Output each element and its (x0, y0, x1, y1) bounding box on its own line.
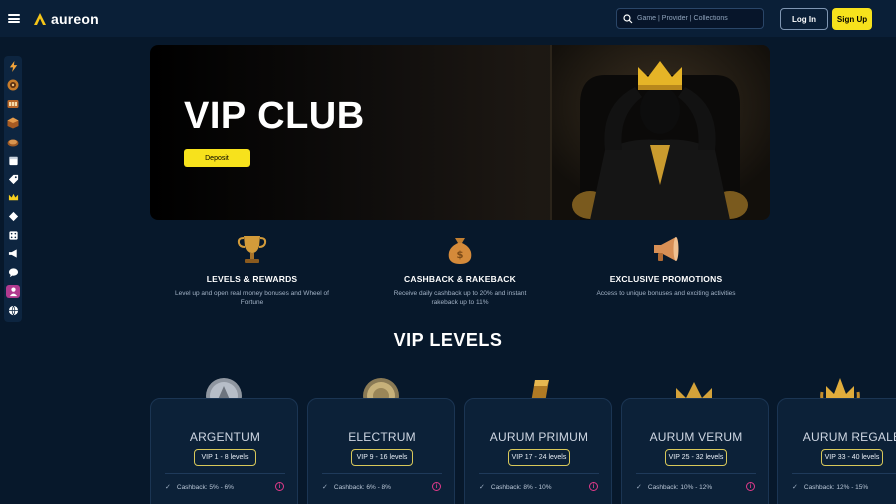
sidebar-item-bolt[interactable] (6, 60, 20, 74)
cashback-text: Cashback: 12% - 15% (803, 483, 869, 491)
sidebar-item-diamond[interactable] (6, 210, 20, 224)
login-button[interactable]: Log In (780, 8, 828, 30)
feature-levels-rewards: LEVELS & REWARDS Level up and open real … (172, 232, 332, 307)
feature-cashback-rakeback: $ CASHBACK & RAKEBACK Receive daily cash… (380, 232, 540, 307)
feature-exclusive-promotions: EXCLUSIVE PROMOTIONS Access to unique bo… (586, 232, 746, 298)
language-icon (8, 305, 18, 315)
sidebar-item-roulette[interactable] (6, 79, 20, 93)
chat-icon (8, 268, 18, 278)
hero-title: VIP CLUB (184, 95, 365, 137)
check-icon: ✓ (636, 484, 642, 491)
vip-level-range: VIP 33 - 40 levels (821, 449, 883, 466)
slots-icon (7, 100, 19, 109)
tag-icon (8, 174, 18, 184)
megaphone-icon (8, 249, 17, 259)
menu-icon[interactable] (8, 14, 20, 23)
divider (165, 473, 285, 474)
logo-icon (34, 12, 46, 25)
vip-card-aurum-primum[interactable]: AURUM PRIMUM VIP 17 - 24 levels ✓ Cashba… (464, 398, 612, 504)
feature-title: LEVELS & REWARDS (206, 274, 298, 284)
cashback-row: ✓ Cashback: 6% - 8% i (322, 482, 444, 491)
sidebar-item-live-casino[interactable] (6, 135, 20, 149)
vip-card-aurum-regale[interactable]: AURUM REGALE VIP 33 - 40 levels ✓ Cashba… (777, 398, 896, 504)
info-icon[interactable]: i (432, 482, 441, 491)
cashback-row: ✓ Cashback: 5% - 6% i (165, 482, 287, 491)
sidebar-item-chat[interactable] (6, 266, 20, 280)
vip-tier-name: ARGENTUM (189, 430, 261, 444)
vip-level-range: VIP 25 - 32 levels (665, 449, 727, 466)
vip-king-illustration (550, 45, 770, 220)
vip-tier-name: AURUM REGALE (802, 430, 896, 444)
vip-tier-name: AURUM PRIMUM (489, 430, 589, 444)
cashback-text: Cashback: 8% - 10% (490, 483, 552, 491)
info-icon[interactable]: i (746, 482, 755, 491)
vip-level-range: VIP 17 - 24 levels (508, 449, 570, 466)
check-icon: ✓ (322, 484, 328, 491)
megaphone-icon (654, 237, 679, 261)
sidebar-item-language[interactable] (6, 303, 20, 317)
sidebar-item-dice[interactable] (6, 228, 20, 242)
cashback-row: ✓ Cashback: 10% - 12% i (636, 482, 758, 491)
info-icon[interactable]: i (589, 482, 598, 491)
check-icon: ✓ (792, 484, 798, 491)
logo[interactable]: aureon (33, 11, 99, 27)
logo-text: aureon (51, 10, 99, 27)
vip-card-electrum[interactable]: ELECTRUM VIP 9 - 16 levels ✓ Cashback: 6… (307, 398, 455, 504)
dice-icon (8, 231, 18, 240)
feature-title: CASHBACK & RAKEBACK (404, 274, 516, 284)
sidebar-item-calendar[interactable] (6, 154, 20, 168)
game-box-icon (7, 117, 19, 129)
cashback-text: Cashback: 5% - 6% (176, 483, 234, 491)
diamond-icon (8, 211, 18, 222)
sidebar-item-tags[interactable] (6, 172, 20, 186)
vip-tier-name: ELECTRUM (348, 430, 416, 444)
sidebar-item-promotions[interactable] (6, 247, 20, 261)
feature-description: Level up and open real money bonuses and… (175, 290, 329, 306)
check-icon: ✓ (165, 484, 171, 491)
vip-level-range: VIP 9 - 16 levels (351, 449, 413, 466)
roulette-icon (7, 79, 19, 91)
search-input[interactable] (637, 15, 757, 22)
divider (479, 473, 599, 474)
vip-level-range: VIP 1 - 8 levels (194, 449, 256, 466)
calendar-icon (8, 156, 18, 165)
top-bar: aureon Log In Sign Up (0, 0, 896, 37)
sidebar (4, 56, 22, 322)
search-icon (623, 13, 633, 23)
divider (792, 473, 896, 474)
sidebar-item-profile[interactable] (6, 284, 20, 299)
check-icon: ✓ (479, 484, 485, 491)
deposit-button[interactable]: Deposit (184, 149, 250, 167)
money-bag-icon: $ (448, 238, 472, 264)
crown-icon (8, 194, 18, 201)
cashback-row: ✓ Cashback: 12% - 15% i (792, 483, 896, 492)
svg-text:$: $ (457, 250, 464, 261)
info-icon[interactable]: i (275, 482, 284, 491)
sidebar-item-vip[interactable] (6, 191, 20, 205)
cashback-text: Cashback: 6% - 8% (333, 483, 391, 491)
signup-button[interactable]: Sign Up (832, 8, 872, 30)
trophy-icon (237, 236, 267, 263)
bolt-icon (9, 61, 17, 73)
search-box[interactable] (616, 8, 764, 29)
vip-tier-name: AURUM VERUM (649, 430, 743, 444)
divider (322, 473, 442, 474)
feature-title: EXCLUSIVE PROMOTIONS (609, 274, 723, 284)
vip-card-argentum[interactable]: ARGENTUM VIP 1 - 8 levels ✓ Cashback: 5%… (150, 398, 298, 504)
sidebar-item-slots[interactable] (6, 97, 20, 111)
vip-hero-banner: VIP CLUB Deposit (150, 45, 770, 220)
vip-levels-title: VIP LEVELS (393, 330, 503, 350)
cashback-text: Cashback: 10% - 12% (647, 483, 713, 491)
user-icon (9, 287, 17, 296)
live-casino-icon (7, 139, 19, 147)
vip-card-aurum-verum[interactable]: AURUM VERUM VIP 25 - 32 levels ✓ Cashbac… (621, 398, 769, 504)
feature-description: Receive daily cashback up to 20% and ins… (393, 290, 527, 306)
cashback-row: ✓ Cashback: 8% - 10% i (479, 482, 601, 491)
sidebar-item-games[interactable] (6, 116, 20, 130)
feature-description: Access to unique bonuses and exciting ac… (596, 290, 736, 297)
divider (636, 473, 756, 474)
